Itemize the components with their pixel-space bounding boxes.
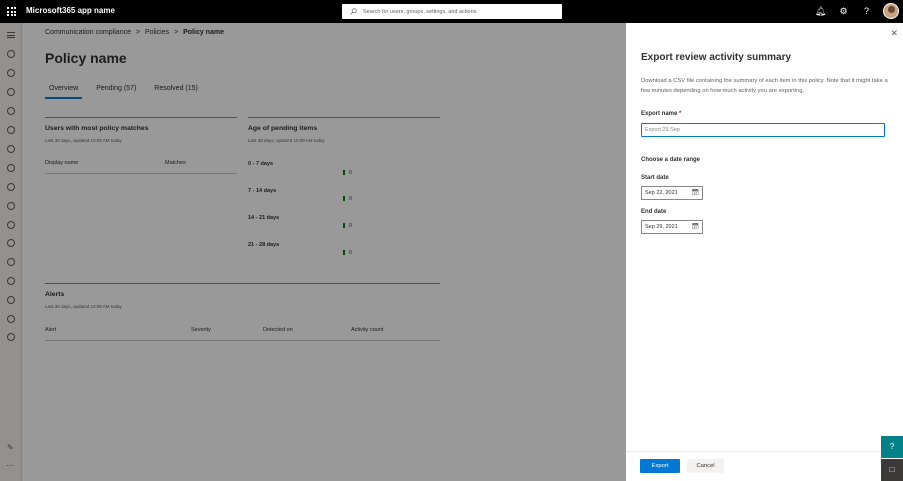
search-icon <box>350 8 357 15</box>
end-date-picker[interactable]: Sep 29, 2021 📅︎ <box>641 220 703 234</box>
export-button[interactable]: Export <box>640 459 680 473</box>
close-icon[interactable]: ✕ <box>890 28 898 39</box>
required-mark: * <box>679 111 682 117</box>
panel-footer-divider <box>626 451 903 452</box>
export-name-label: Export name * <box>641 111 681 117</box>
feedback-float-button[interactable]: □ <box>881 459 903 481</box>
panel-description: Download a CSV file containing the summa… <box>641 78 888 94</box>
avatar[interactable] <box>883 3 899 19</box>
calendar-icon[interactable]: 📅︎ <box>691 189 699 196</box>
panel-title: Export review activity summary <box>641 52 792 63</box>
cancel-button[interactable]: Cancel <box>687 459 724 473</box>
start-date-picker[interactable]: Sep 22, 2021 📅︎ <box>641 186 703 200</box>
export-name-label-text: Export name <box>641 111 678 117</box>
help-icon[interactable]: ? <box>860 5 873 18</box>
search-placeholder: Search for users, groups, settings, and … <box>363 8 477 15</box>
help-icon: ? <box>889 442 895 451</box>
export-panel: ✕ Export review activity summary Downloa… <box>626 23 903 481</box>
export-name-input[interactable]: Export 29 Sep <box>641 123 885 137</box>
chat-icon: □ <box>889 465 895 474</box>
search-box[interactable]: Search for users, groups, settings, and … <box>342 4 562 19</box>
modal-overlay[interactable] <box>0 23 626 481</box>
date-range-label: Choose a date range <box>641 157 701 163</box>
app-launcher-icon[interactable] <box>7 7 16 16</box>
end-date-label: End date <box>641 209 667 215</box>
bell-icon[interactable]: 🔔︎ <box>814 5 827 18</box>
top-bar: Microsoft365 app name Search for users, … <box>0 0 903 23</box>
start-date-label: Start date <box>641 175 669 181</box>
end-date-value: Sep 29, 2021 <box>645 224 678 230</box>
gear-icon[interactable]: ⚙ <box>837 5 850 18</box>
start-date-value: Sep 22, 2021 <box>645 190 678 196</box>
calendar-icon[interactable]: 📅︎ <box>691 223 699 230</box>
help-float-button[interactable]: ? <box>881 436 903 458</box>
app-name[interactable]: Microsoft365 app name <box>26 6 115 15</box>
